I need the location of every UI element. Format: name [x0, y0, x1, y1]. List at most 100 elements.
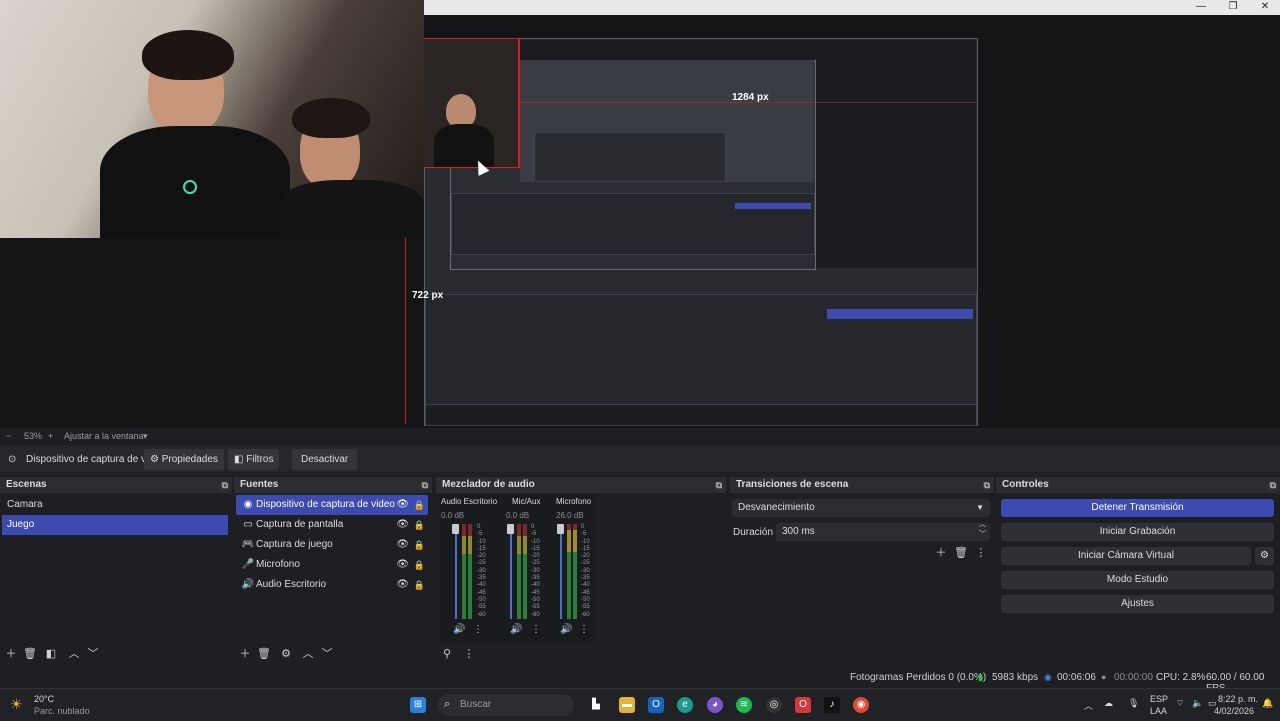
- chevron-up-icon[interactable]: ︿: [1084, 699, 1093, 712]
- undock-icon[interactable]: ⧉: [716, 477, 722, 493]
- notifications-icon[interactable]: 🔔: [1262, 698, 1273, 709]
- more-options-icon[interactable]: ⋮: [579, 624, 589, 635]
- eye-icon[interactable]: 👁: [396, 495, 409, 515]
- more-options-icon[interactable]: ⋮: [974, 546, 988, 560]
- source-item[interactable]: 🔊 Audio Escritorio 👁 🔒: [236, 575, 428, 595]
- stepper-icon[interactable]: ︿ ﹀: [979, 520, 986, 540]
- clock-time[interactable]: 8:22 p. m.: [1218, 694, 1258, 704]
- cpu-usage: CPU: 2.8%: [1156, 672, 1206, 683]
- add-icon[interactable]: ＋: [238, 647, 252, 661]
- obs-icon[interactable]: ◎: [766, 697, 782, 713]
- fader-knob[interactable]: [452, 524, 459, 534]
- move-down-icon[interactable]: ﹀: [86, 647, 100, 661]
- eye-icon[interactable]: 👁: [396, 515, 409, 535]
- lock-icon[interactable]: 🔒: [414, 495, 425, 515]
- restore-icon[interactable]: ❐: [1218, 0, 1248, 15]
- scene-item[interactable]: Camara: [2, 495, 228, 515]
- speaker-icon[interactable]: 🔊: [510, 624, 522, 635]
- discord-icon[interactable]: ◕: [707, 697, 723, 713]
- network-tray-icon[interactable]: ☁: [1104, 698, 1113, 709]
- tiktok-icon[interactable]: ♪: [824, 697, 840, 713]
- more-options-icon[interactable]: ⋮: [531, 624, 541, 635]
- lock-icon[interactable]: 🔒: [414, 535, 425, 555]
- filters-button[interactable]: ◧ Filtros: [228, 449, 280, 470]
- volume-icon[interactable]: 🔈: [1192, 698, 1203, 709]
- gear-icon[interactable]: ⚙: [279, 647, 293, 661]
- close-icon[interactable]: ✕: [1250, 0, 1280, 15]
- source-item[interactable]: ◉ Dispositivo de captura de video 👁 🔒: [236, 495, 428, 515]
- duration-input[interactable]: 300 ms ︿ ﹀: [776, 520, 990, 541]
- volume-fader[interactable]: [560, 524, 562, 619]
- language-1[interactable]: ESP: [1150, 694, 1168, 704]
- chrome-icon[interactable]: ◉: [853, 697, 869, 713]
- trash-icon[interactable]: 🗑: [954, 546, 968, 560]
- properties-button[interactable]: ⚙ Propiedades: [144, 449, 224, 470]
- meter-scale: 0 -5 -10 -15 -20 -25 -30 -35 -40 -45 -50 -55 -60: [581, 524, 590, 618]
- microphone-icon[interactable]: 🎙: [1128, 698, 1139, 709]
- filter-icon[interactable]: ◧: [44, 647, 58, 661]
- virtual-camera-settings[interactable]: ⚙: [1255, 547, 1274, 565]
- fader-knob[interactable]: [557, 524, 564, 534]
- edge-icon[interactable]: e: [677, 697, 693, 713]
- source-item[interactable]: 🎮 Captura de juego 👁 🔒: [236, 535, 428, 555]
- add-icon[interactable]: ＋: [934, 546, 948, 560]
- language-2[interactable]: LAA: [1150, 706, 1167, 716]
- eye-icon[interactable]: 👁: [396, 575, 409, 595]
- speaker-icon[interactable]: 🔊: [453, 624, 465, 635]
- undock-icon[interactable]: ⧉: [984, 477, 990, 493]
- file-explorer-icon[interactable]: ▬: [619, 697, 635, 713]
- height-px-label: 722 px: [412, 290, 444, 301]
- start-recording-button[interactable]: Iniciar Grabación: [1001, 523, 1274, 541]
- zoom-dropdown-icon[interactable]: ▾: [143, 431, 148, 442]
- start-virtual-camera-button[interactable]: Iniciar Cámara Virtual: [1001, 547, 1251, 565]
- taskbar-search[interactable]: ⌕ Buscar: [438, 694, 574, 716]
- transition-select[interactable]: Desvanecimiento ▼: [732, 499, 990, 517]
- studio-mode-button[interactable]: Modo Estudio: [1001, 571, 1274, 589]
- speaker-icon[interactable]: 🔊: [560, 624, 572, 635]
- settings-button[interactable]: Ajustes: [1001, 595, 1274, 613]
- bitrate: 5983 kbps: [992, 672, 1039, 683]
- window-titlebar: — ❐ ✕: [424, 0, 1280, 15]
- trash-icon[interactable]: 🗑: [257, 647, 271, 661]
- add-icon[interactable]: ＋: [4, 647, 18, 661]
- eye-icon[interactable]: 👁: [396, 535, 409, 555]
- windows-start-icon[interactable]: ⊞: [410, 697, 426, 713]
- webcam-capture[interactable]: [0, 0, 424, 238]
- move-up-icon[interactable]: ︿: [301, 647, 315, 661]
- fit-window-button[interactable]: Ajustar a la ventana: [64, 431, 144, 441]
- sources-header: Fuentes ⧉: [234, 477, 432, 493]
- source-item[interactable]: ▭ Captura de pantalla 👁 🔒: [236, 515, 428, 535]
- scenes-header: Escenas ⧉: [0, 477, 232, 493]
- zoom-out-button[interactable]: −: [6, 431, 11, 441]
- trash-icon[interactable]: 🗑: [23, 647, 37, 661]
- weather-icon[interactable]: ☀: [10, 696, 23, 713]
- scene-item-selected[interactable]: Juego: [2, 515, 228, 535]
- lock-icon[interactable]: 🔒: [414, 555, 425, 575]
- volume-fader[interactable]: [455, 524, 457, 619]
- transition-selected: Desvanecimiento: [738, 502, 815, 513]
- more-options-icon[interactable]: ⋮: [473, 624, 483, 635]
- eye-icon[interactable]: 👁: [396, 555, 409, 575]
- undock-icon[interactable]: ⧉: [1270, 477, 1276, 493]
- minimize-icon[interactable]: —: [1186, 0, 1216, 15]
- move-down-icon[interactable]: ﹀: [320, 647, 334, 661]
- volume-fader[interactable]: [510, 524, 512, 619]
- wifi-icon[interactable]: ⌔: [1176, 698, 1184, 709]
- lock-icon[interactable]: 🔒: [414, 515, 425, 535]
- lock-icon[interactable]: 🔒: [414, 575, 425, 595]
- move-up-icon[interactable]: ︿: [67, 647, 81, 661]
- zoom-in-button[interactable]: +: [48, 431, 53, 441]
- deactivate-button[interactable]: Desactivar: [292, 449, 358, 470]
- source-item[interactable]: 🎤 Microfono 👁 🔒: [236, 555, 428, 575]
- fader-knob[interactable]: [507, 524, 514, 534]
- spotify-icon[interactable]: ≋: [736, 697, 752, 713]
- undock-icon[interactable]: ⧉: [422, 477, 428, 493]
- undock-icon[interactable]: ⧉: [222, 477, 228, 493]
- more-options-icon[interactable]: ⋮: [462, 647, 476, 661]
- link-icon[interactable]: ⚲: [440, 647, 454, 661]
- stop-streaming-button[interactable]: Detener Transmisión: [1001, 499, 1274, 517]
- task-view-icon[interactable]: ▙: [588, 697, 604, 713]
- outlook-icon[interactable]: O: [648, 697, 664, 713]
- opera-icon[interactable]: O: [795, 697, 811, 713]
- clock-date[interactable]: 4/02/2026: [1214, 706, 1254, 716]
